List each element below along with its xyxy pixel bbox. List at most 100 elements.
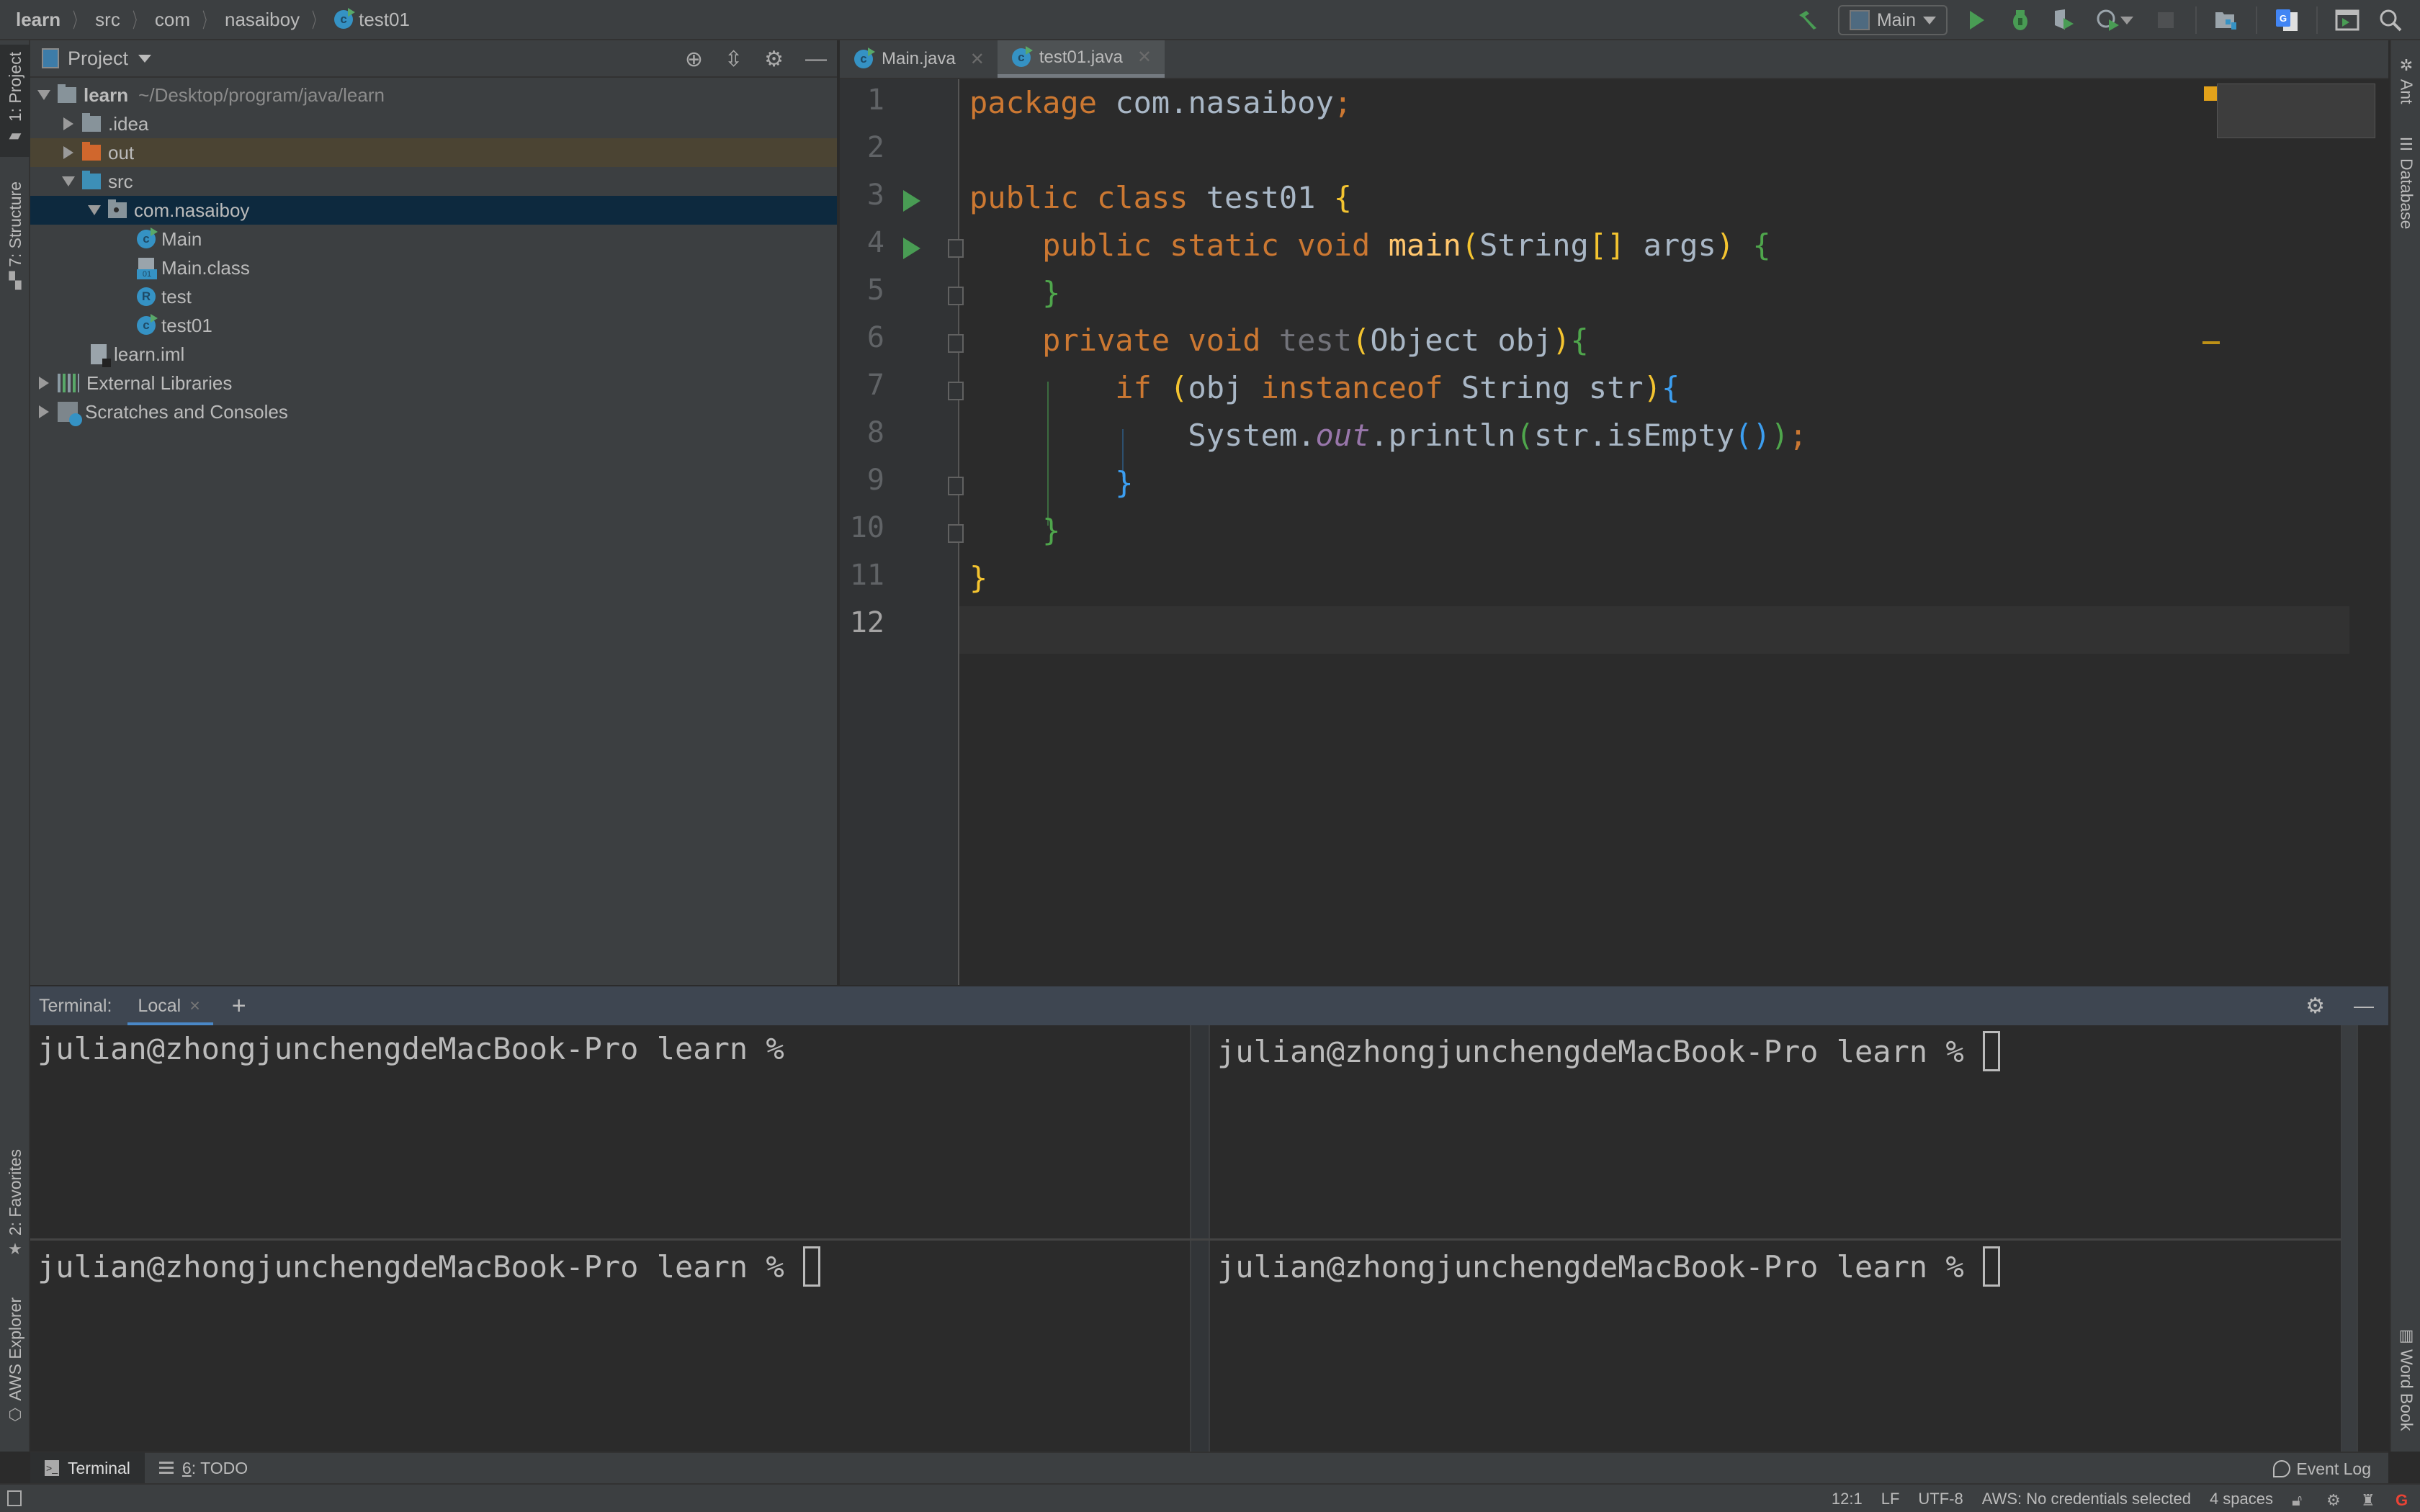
tree-node-learn-iml[interactable]: learn.iml (30, 340, 837, 369)
run-gutter-icon[interactable] (903, 190, 920, 212)
terminal-scrollbar[interactable] (2341, 1025, 2358, 1452)
collapse-arrow-icon[interactable] (59, 117, 78, 130)
toggle-tool-windows-icon[interactable] (7, 1490, 22, 1506)
tool-tab-terminal[interactable]: >_ Terminal (30, 1452, 145, 1484)
breadcrumb-item[interactable]: src 〉 (95, 5, 155, 34)
run-anything-button[interactable] (2334, 6, 2361, 34)
run-configuration-select[interactable]: Main (1837, 5, 1948, 35)
tool-tab-project[interactable]: 1: Project ▰ (0, 45, 30, 157)
profile-button[interactable] (2093, 6, 2136, 34)
terminal-pane-top-left[interactable]: julian@zhongjunchengdeMacBook-Pro learn … (30, 1025, 1190, 1238)
event-log-button[interactable]: Event Log (2273, 1453, 2371, 1485)
settings-gear-icon[interactable]: ⚙ (764, 47, 784, 72)
terminal-tab-local[interactable]: Local × (127, 996, 214, 1027)
close-icon[interactable]: ✕ (970, 49, 985, 70)
caret-position[interactable]: 12:1 (1832, 1490, 1863, 1508)
tool-tab-todo[interactable]: 6: TODO (145, 1452, 262, 1484)
terminal-horizontal-splitter[interactable] (30, 1238, 2341, 1241)
java-record-icon: R (137, 287, 156, 306)
google-icon[interactable]: G (2396, 1491, 2411, 1509)
fold-marker-icon[interactable] (948, 477, 964, 495)
fold-marker-icon[interactable] (948, 334, 964, 353)
breadcrumb-item[interactable]: c test01 (334, 8, 410, 31)
expand-arrow-icon[interactable] (85, 205, 104, 215)
indent-setting[interactable]: 4 spaces (2210, 1490, 2273, 1508)
lock-icon[interactable]: 🔓︎ (2292, 1491, 2308, 1509)
collapse-all-icon[interactable]: ⇳ (725, 47, 743, 72)
tree-node-idea[interactable]: .idea (30, 109, 837, 138)
file-encoding[interactable]: UTF-8 (1918, 1490, 1963, 1508)
tree-node-com-nasaiboy[interactable]: com.nasaiboy (30, 196, 837, 225)
project-structure-button[interactable] (2213, 6, 2240, 34)
fold-marker-icon[interactable] (948, 382, 964, 400)
tool-tab-ant[interactable]: ✲ Ant (2391, 52, 2420, 117)
tree-node-main[interactable]: c Main (30, 225, 837, 253)
terminal-pane-bottom-left[interactable]: julian@zhongjunchengdeMacBook-Pro learn … (30, 1241, 1190, 1452)
expand-arrow-icon[interactable] (59, 176, 78, 186)
code-area[interactable]: package com.nasaiboy; public class test0… (969, 79, 2388, 985)
hide-panel-icon[interactable]: — (2354, 994, 2374, 1017)
inspection-settings-icon[interactable]: ⚙ (2326, 1491, 2342, 1509)
breadcrumb-item[interactable]: learn 〉 (16, 5, 95, 34)
collapse-arrow-icon[interactable] (35, 377, 53, 390)
tool-tab-word-book[interactable]: ▥ Word Book (2391, 1322, 2420, 1437)
breadcrumb-item[interactable]: com 〉 (155, 5, 225, 34)
terminal-pane-bottom-right[interactable]: julian@zhongjunchengdeMacBook-Pro learn … (1210, 1241, 2341, 1452)
tree-node-test01[interactable]: c test01 (30, 311, 837, 340)
terminal-pane-top-right[interactable]: julian@zhongjunchengdeMacBook-Pro learn … (1210, 1025, 2341, 1238)
project-view-selector[interactable]: Project (68, 48, 128, 70)
tree-node-scratches[interactable]: Scratches and Consoles (30, 397, 837, 426)
stop-button[interactable] (2152, 6, 2179, 34)
debug-button[interactable] (2007, 6, 2034, 34)
incognito-icon[interactable]: ♜ (2361, 1491, 2377, 1509)
code-minimap[interactable] (2217, 84, 2375, 138)
fold-marker-icon[interactable] (948, 287, 964, 305)
book-icon: ▥ (2398, 1326, 2414, 1344)
build-hammer-icon[interactable] (1795, 6, 1822, 34)
tree-node-out[interactable]: out (30, 138, 837, 167)
collapse-arrow-icon[interactable] (35, 405, 53, 418)
warning-stripe-marker[interactable] (2202, 341, 2220, 344)
tree-node-test[interactable]: R test (30, 282, 837, 311)
terminal-panel: Terminal: Local × + ⚙ — julian@zhongjunc… (30, 986, 2388, 1452)
prompt-text: julian@zhongjunchengdeMacBook-Pro learn … (37, 1248, 784, 1284)
tree-node-learn[interactable]: learn ~/Desktop/program/java/learn (30, 81, 837, 109)
project-panel-header: Project ⊕ ⇳ ⚙ — (30, 40, 837, 78)
project-structure-icon (2215, 12, 2236, 30)
expand-arrow-icon[interactable] (35, 90, 53, 100)
tool-tab-structure[interactable]: 7: Structure ▚ (0, 181, 30, 304)
close-icon[interactable]: ✕ (1137, 47, 1152, 68)
run-with-coverage-button[interactable] (2050, 6, 2077, 34)
fold-marker-icon[interactable] (948, 524, 964, 543)
aws-credentials[interactable]: AWS: No credentials selected (1982, 1490, 2191, 1508)
mnemonic: 6 (182, 1458, 192, 1477)
collapse-arrow-icon[interactable] (59, 146, 78, 159)
hide-panel-icon[interactable]: — (805, 47, 827, 71)
structure-icon: ▚ (9, 271, 22, 289)
close-icon[interactable]: × (189, 996, 200, 1017)
line-separator[interactable]: LF (1881, 1490, 1900, 1508)
translate-button[interactable]: G (2273, 6, 2300, 34)
settings-gear-icon[interactable]: ⚙ (2305, 994, 2325, 1019)
tab-main-java[interactable]: c Main.java ✕ (840, 40, 998, 78)
tree-node-src[interactable]: src (30, 167, 837, 196)
breadcrumb-label: com (154, 8, 190, 30)
locate-file-icon[interactable]: ⊕ (685, 47, 703, 72)
tree-node-external-libraries[interactable]: External Libraries (30, 369, 837, 397)
tree-node-main-class[interactable]: Main.class (30, 253, 837, 282)
fold-marker-icon[interactable] (948, 239, 964, 258)
new-terminal-plus-icon[interactable]: + (232, 992, 246, 1020)
tool-tab-database[interactable]: ☰ Database (2391, 131, 2420, 239)
inspection-warning-icon[interactable] (2204, 86, 2218, 101)
line-number: 9 (866, 464, 884, 497)
search-everywhere-button[interactable] (2377, 6, 2404, 34)
run-gutter-icon[interactable] (903, 238, 920, 259)
tool-tab-aws-explorer[interactable]: AWS Explorer ⬡ (0, 1297, 30, 1441)
tab-test01-java[interactable]: c test01.java ✕ (997, 40, 1165, 78)
terminal-icon: >_ (45, 1460, 59, 1476)
tool-tab-favorites[interactable]: 2: Favorites ★ (0, 1149, 30, 1279)
breadcrumb-item[interactable]: nasaiboy 〉 (225, 5, 334, 34)
run-button[interactable] (1963, 6, 1991, 34)
chevron-down-icon[interactable] (138, 54, 152, 63)
project-panel-tools: ⊕ ⇳ ⚙ — (685, 40, 827, 78)
